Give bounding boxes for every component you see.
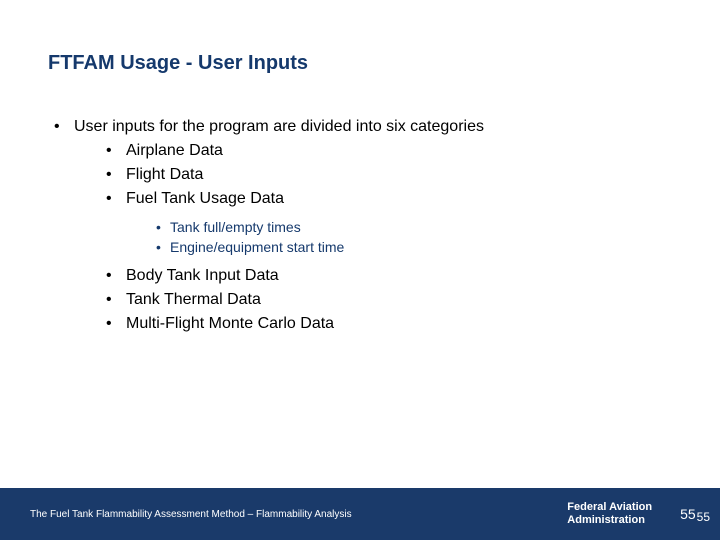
list-item-content: User inputs for the program are divided … [74, 115, 648, 336]
bullet-icon: • [100, 187, 126, 211]
list-item-text: Multi-Flight Monte Carlo Data [126, 312, 648, 336]
footer-title: The Fuel Tank Flammability Assessment Me… [0, 509, 567, 520]
footer-org-line1: Federal Aviation [567, 501, 652, 514]
list-item-text: Flight Data [126, 163, 648, 187]
list-item: • Engine/equipment start time [74, 237, 648, 257]
bullet-icon: • [100, 312, 126, 336]
page-number-a: 55 [680, 506, 696, 522]
bullet-list-level1: • User inputs for the program are divide… [48, 115, 648, 336]
list-item: • Body Tank Input Data [74, 264, 648, 288]
list-item-text: Tank Thermal Data [126, 288, 648, 312]
slide: FTFAM Usage - User Inputs • User inputs … [0, 0, 720, 540]
list-item-text: Airplane Data [126, 139, 648, 163]
bullet-list-level2: • Body Tank Input Data • Tank Thermal Da… [74, 264, 648, 336]
list-item: • Airplane Data [74, 139, 648, 163]
footer-org-line2: Administration [567, 514, 652, 527]
list-item: • Fuel Tank Usage Data [74, 187, 648, 211]
bullet-list-level2: • Airplane Data • Flight Data • Fuel Tan… [74, 139, 648, 211]
bullet-icon: • [100, 288, 126, 312]
footer-bar: The Fuel Tank Flammability Assessment Me… [0, 488, 720, 540]
slide-title: FTFAM Usage - User Inputs [48, 52, 308, 75]
bullet-icon: • [100, 163, 126, 187]
list-item: • User inputs for the program are divide… [48, 115, 648, 336]
list-item-text: Tank full/empty times [170, 217, 648, 237]
bullet-list-level3: • Tank full/empty times • Engine/equipme… [74, 217, 648, 258]
list-item: • Flight Data [74, 163, 648, 187]
list-item-text: Engine/equipment start time [170, 237, 648, 257]
list-item: • Multi-Flight Monte Carlo Data [74, 312, 648, 336]
bullet-icon: • [152, 237, 170, 257]
list-item: • Tank Thermal Data [74, 288, 648, 312]
page-number-b: 55 [697, 510, 710, 524]
page-number: 55 55 [680, 506, 720, 522]
bullet-icon: • [48, 115, 74, 336]
list-item-text: Body Tank Input Data [126, 264, 648, 288]
bullet-icon: • [100, 264, 126, 288]
footer-organization: Federal Aviation Administration [567, 501, 680, 527]
bullet-icon: • [152, 217, 170, 237]
slide-body: • User inputs for the program are divide… [48, 115, 648, 336]
bullet-icon: • [100, 139, 126, 163]
list-item-text: User inputs for the program are divided … [74, 118, 484, 135]
list-item-text: Fuel Tank Usage Data [126, 187, 648, 211]
list-item: • Tank full/empty times [74, 217, 648, 237]
